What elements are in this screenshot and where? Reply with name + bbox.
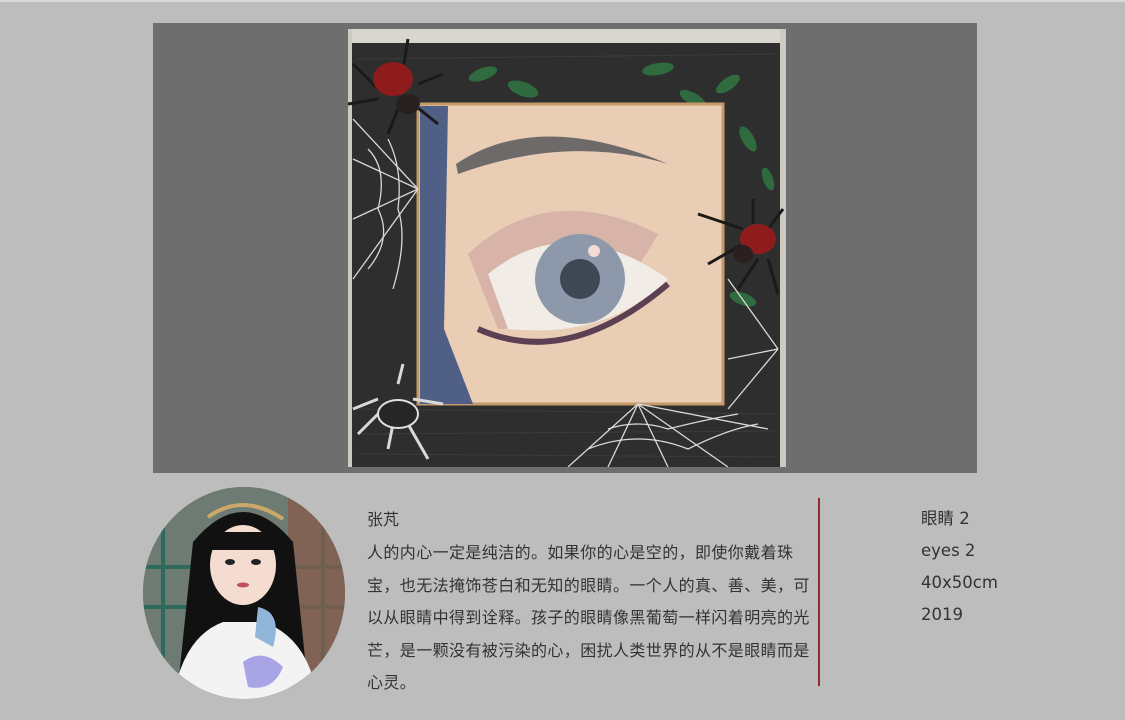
- artwork-title-en: eyes 2: [921, 541, 976, 560]
- artwork-meta: 眼睛 2 eyes 2 40x50cm 2019: [921, 505, 998, 633]
- artwork-year: 2019: [921, 605, 963, 624]
- top-strip: [0, 0, 1125, 2]
- artist-name: 张芃: [367, 510, 400, 529]
- artwork-image: [348, 29, 786, 467]
- artist-statement: 人的内心一定是纯洁的。如果你的心是空的，即使你戴着珠宝，也无法掩饰苍白和无知的眼…: [367, 543, 810, 692]
- avatar: [143, 487, 345, 699]
- artwork-size: 40x50cm: [921, 573, 998, 592]
- artwork-title-cn: 眼睛 2: [921, 509, 970, 528]
- divider: [818, 498, 820, 686]
- artwork-stage: [153, 23, 977, 473]
